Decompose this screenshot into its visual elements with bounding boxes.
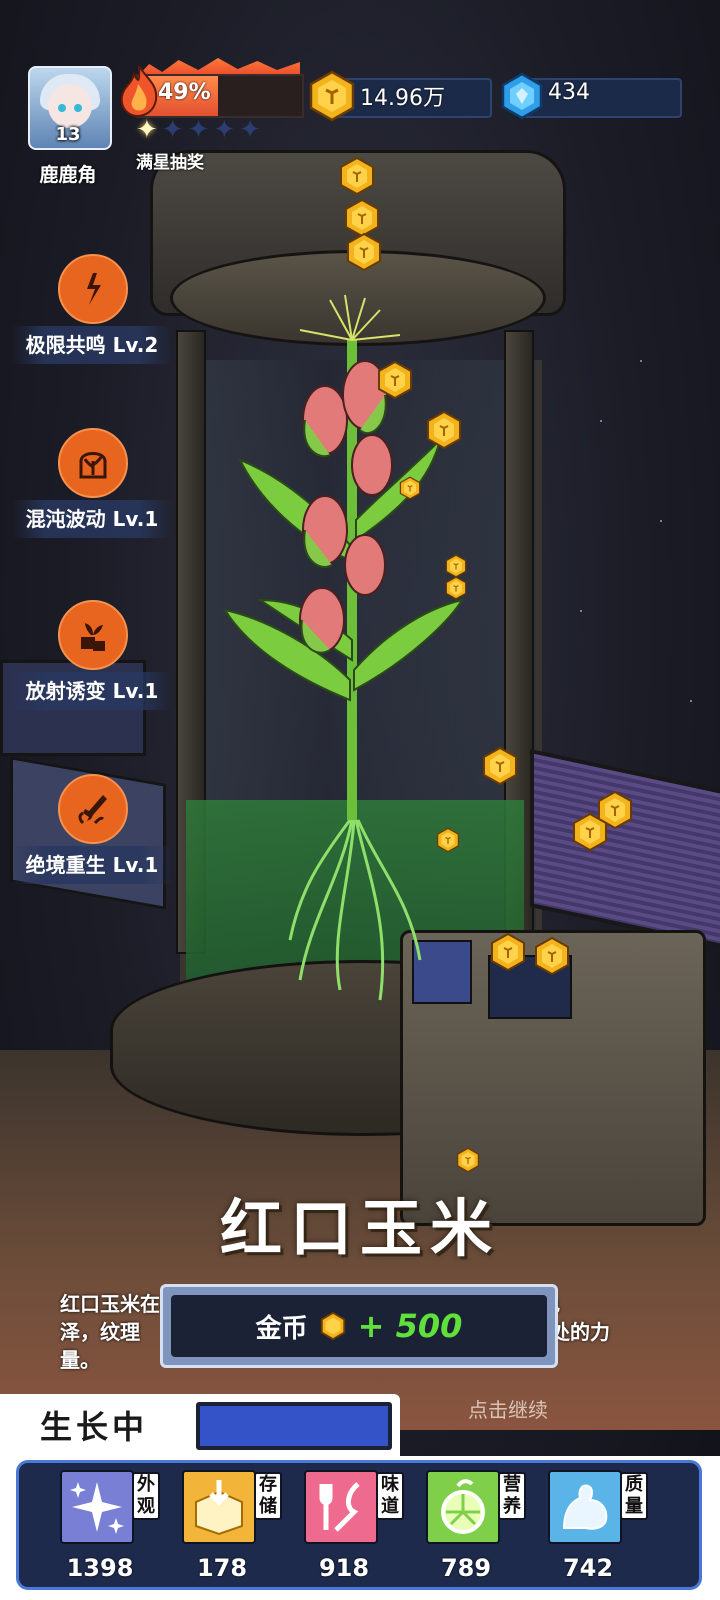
stat-storage[interactable]: 存储 178 (182, 1470, 292, 1584)
lemon-icon (426, 1470, 500, 1544)
player-name: 鹿鹿角 (39, 164, 97, 186)
crop-title: 红口玉米 (219, 1192, 500, 1265)
coin-icon (483, 747, 517, 785)
storage-box-icon (182, 1470, 256, 1544)
description-line-2-start: 泽，纹理 (60, 1320, 140, 1344)
sparkle-icon (60, 1470, 134, 1544)
skill-label[interactable]: 混沌波动 Lv.1 (12, 500, 172, 538)
stat-taste[interactable]: 味道 918 (304, 1470, 414, 1584)
gems-value: 434 (548, 80, 590, 105)
stat-value: 1398 (66, 1554, 134, 1582)
skill-label[interactable]: 绝境重生 Lv.1 (12, 846, 172, 884)
stat-tag: 外观 (132, 1472, 160, 1520)
star-icon: ✦ (136, 115, 158, 145)
reward-label: 金币 (255, 1313, 308, 1344)
skill-label[interactable]: 极限共鸣 Lv.2 (12, 326, 172, 364)
tap-to-continue[interactable]: 点击继续 (468, 1394, 548, 1423)
reward-value: + 500 (357, 1307, 463, 1345)
star-progress[interactable]: ✦ ✦ ✦ ✦ ✦ (136, 116, 261, 144)
coin-icon (491, 933, 525, 971)
growth-status-label: 生长中 (40, 1408, 149, 1446)
star-lottery-label[interactable]: 满星抽奖 (136, 148, 204, 173)
coin-icon (309, 70, 355, 122)
star-icon: ✦ (213, 115, 236, 145)
skill-label[interactable]: 放射诱变 Lv.1 (12, 672, 172, 710)
growth-progress-fill (200, 1406, 388, 1446)
coin-icon (399, 476, 421, 500)
stat-tag: 营养 (498, 1472, 526, 1520)
stat-value: 789 (440, 1554, 492, 1582)
gem-icon (501, 72, 543, 120)
coins-value: 14.96万 (360, 86, 445, 111)
energy-percent: 49% (158, 80, 211, 105)
bell-jar-plant-icon[interactable] (58, 428, 128, 498)
stat-value: 178 (196, 1554, 248, 1582)
coin-icon (445, 576, 467, 600)
lightning-plant-icon[interactable] (58, 254, 128, 324)
coin-icon (427, 411, 461, 449)
coin-icon (345, 199, 379, 237)
coin-icon (378, 361, 412, 399)
player-level: 13 (55, 124, 81, 145)
star-icon: ✦ (161, 115, 184, 145)
fork-knife-icon (304, 1470, 378, 1544)
coin-icon (347, 233, 381, 271)
stat-quality[interactable]: 质量 742 (548, 1470, 658, 1584)
coin-icon (535, 937, 569, 975)
star-icon: ✦ (239, 115, 261, 145)
stat-appearance[interactable]: 外观 1398 (60, 1470, 170, 1584)
muscle-arm-icon (548, 1470, 622, 1544)
coin-icon (456, 1147, 480, 1173)
coin-icon (445, 554, 467, 578)
reward-content: 金币 + 500 (171, 1295, 547, 1357)
description-line-2-end: 处的力 (550, 1320, 610, 1344)
star-icon: ✦ (187, 115, 210, 145)
sprout-box-icon[interactable] (58, 600, 128, 670)
flame-icon (120, 65, 158, 118)
stat-value: 918 (318, 1554, 370, 1582)
sword-plant-icon[interactable] (58, 774, 128, 844)
reward-popup: 金币 + 500 (160, 1284, 558, 1368)
coin-icon (340, 157, 374, 195)
stat-tag: 存储 (254, 1472, 282, 1520)
stat-tag: 味道 (376, 1472, 404, 1520)
coin-icon (320, 1311, 345, 1341)
stat-tag: 质量 (620, 1472, 648, 1520)
growth-progress-bar (196, 1402, 392, 1450)
stat-nutrition[interactable]: 营养 789 (426, 1470, 536, 1584)
coin-icon (573, 813, 607, 851)
coin-icon (436, 827, 460, 853)
stat-value: 742 (562, 1554, 614, 1582)
